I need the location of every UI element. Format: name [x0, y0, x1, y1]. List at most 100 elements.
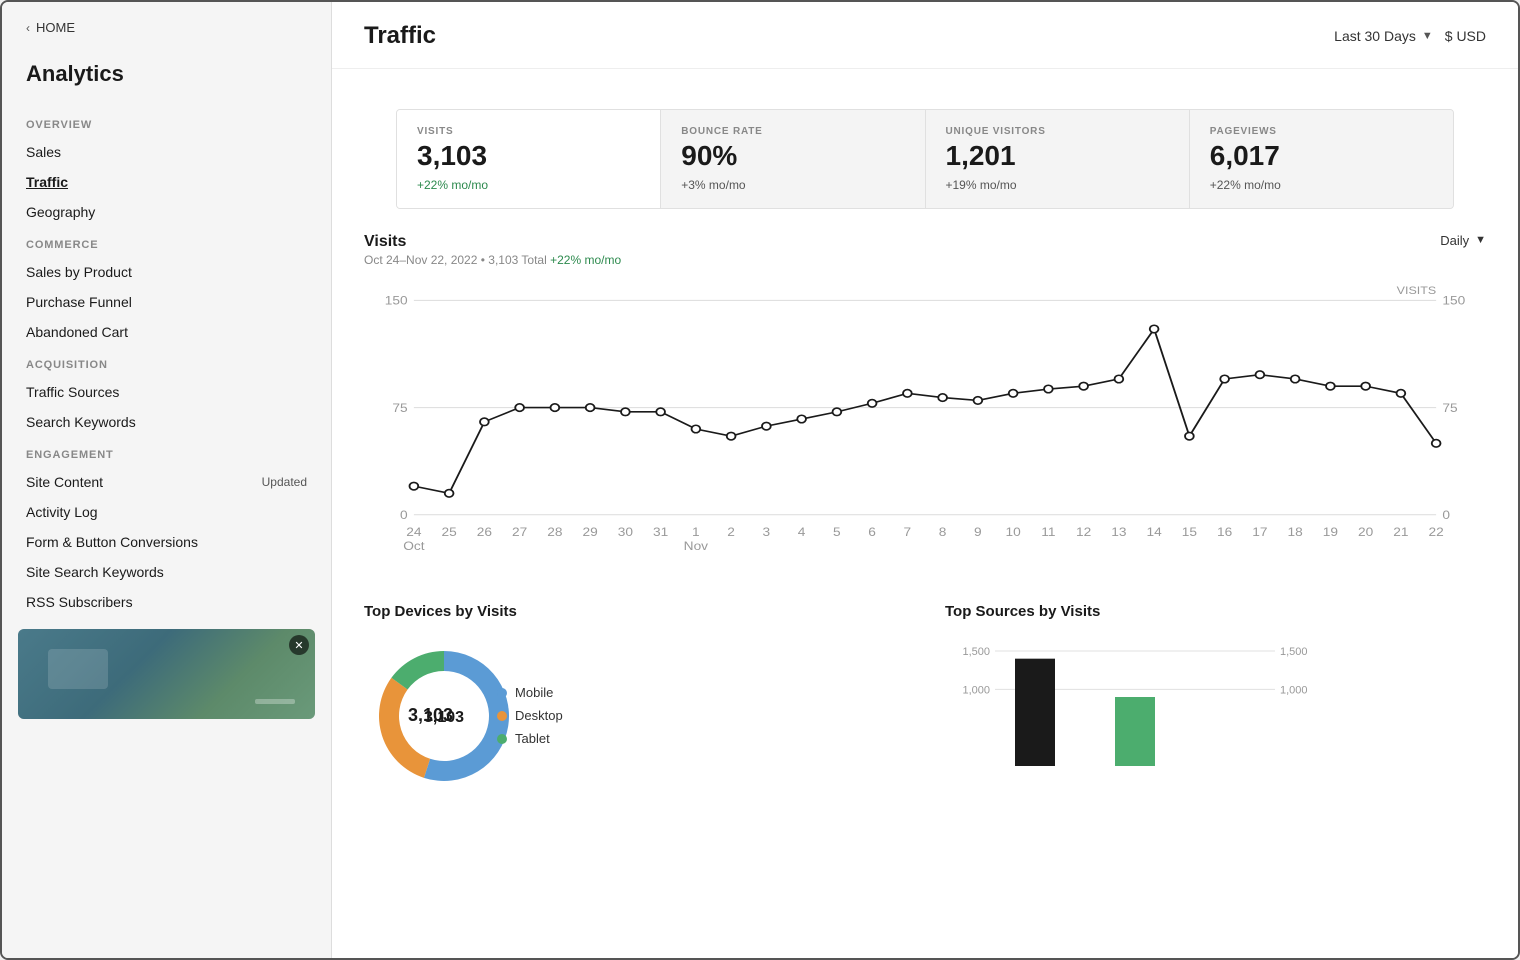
sidebar-item-abandoned-cart[interactable]: Abandoned Cart [2, 317, 331, 347]
stat-label: PAGEVIEWS [1210, 126, 1433, 137]
top-devices-card: Top Devices by Visits 3,103 3,103 Mobile… [364, 603, 905, 801]
sidebar-item-purchase-funnel[interactable]: Purchase Funnel [2, 287, 331, 317]
home-link[interactable]: ‹ HOME [2, 2, 331, 45]
chevron-down-icon: ▼ [1422, 30, 1433, 42]
sidebar-item-label: Search Keywords [26, 414, 136, 430]
svg-text:26: 26 [477, 525, 492, 539]
granularity-label: Daily [1440, 233, 1469, 248]
svg-text:5: 5 [833, 525, 841, 539]
chart-granularity-selector[interactable]: Daily ▼ [1440, 233, 1486, 248]
sidebar-item-search-keywords[interactable]: Search Keywords [2, 407, 331, 437]
header-controls: Last 30 Days ▼ $ USD [1334, 28, 1486, 44]
svg-text:13: 13 [1111, 525, 1126, 539]
sidebar-item-geography[interactable]: Geography [2, 197, 331, 227]
sidebar-item-label: Site Content [26, 474, 103, 490]
chart-title: Visits [364, 233, 621, 251]
stat-card-bounce-rate: BOUNCE RATE 90% +3% mo/mo [661, 110, 925, 208]
svg-text:29: 29 [583, 525, 598, 539]
sidebar-section-label: COMMERCE [2, 227, 331, 257]
stat-change: +22% mo/mo [1210, 178, 1433, 192]
svg-text:16: 16 [1217, 525, 1232, 539]
stat-value: 6,017 [1210, 141, 1433, 172]
svg-text:1,500: 1,500 [962, 646, 990, 658]
donut-total: 3,103 [408, 705, 453, 726]
sidebar-section-label: ENGAGEMENT [2, 437, 331, 467]
page-header: Traffic Last 30 Days ▼ $ USD [332, 2, 1518, 69]
svg-text:7: 7 [904, 525, 912, 539]
chart-date-range: Oct 24–Nov 22, 2022 • 3,103 Total [364, 253, 547, 267]
svg-text:75: 75 [392, 401, 407, 415]
sidebar-thumbnail: ✕ [18, 629, 315, 719]
svg-text:20: 20 [1358, 525, 1373, 539]
svg-text:18: 18 [1288, 525, 1303, 539]
svg-text:0: 0 [1442, 508, 1450, 522]
chart-header: Visits Oct 24–Nov 22, 2022 • 3,103 Total… [364, 233, 1486, 267]
legend-label: Tablet [515, 731, 550, 746]
stat-value: 3,103 [417, 141, 640, 172]
svg-text:6: 6 [868, 525, 876, 539]
visits-line-chart: 00757515015024Oct252627282930311Nov23456… [364, 279, 1486, 579]
close-thumbnail-button[interactable]: ✕ [289, 635, 309, 655]
stat-card-pageviews: PAGEVIEWS 6,017 +22% mo/mo [1190, 110, 1453, 208]
sidebar-item-rss-subscribers[interactable]: RSS Subscribers [2, 587, 331, 617]
sidebar-item-label: Traffic Sources [26, 384, 119, 400]
svg-text:22: 22 [1429, 525, 1444, 539]
sidebar-item-sales-by-product[interactable]: Sales by Product [2, 257, 331, 287]
bottom-section: Top Devices by Visits 3,103 3,103 Mobile… [332, 579, 1518, 821]
sidebar-sections: OVERVIEWSalesTrafficGeographyCOMMERCESal… [2, 107, 331, 617]
svg-text:11: 11 [1041, 525, 1055, 539]
stats-bar: VISITS 3,103 +22% mo/mo BOUNCE RATE 90% … [396, 109, 1454, 209]
svg-text:1,000: 1,000 [1280, 684, 1308, 696]
svg-text:VISITS: VISITS [1397, 285, 1437, 297]
sidebar-item-label: Sales by Product [26, 264, 132, 280]
donut-area: 3,103 3,103 MobileDesktopTablet [364, 636, 905, 796]
svg-text:150: 150 [385, 293, 408, 307]
home-label: HOME [36, 20, 75, 35]
stat-label: BOUNCE RATE [681, 126, 904, 137]
stat-label: VISITS [417, 126, 640, 137]
app-window: ‹ HOME Analytics OVERVIEWSalesTrafficGeo… [0, 0, 1520, 960]
sidebar-item-badge: Updated [262, 475, 307, 489]
sidebar-item-label: Purchase Funnel [26, 294, 132, 310]
svg-text:9: 9 [974, 525, 982, 539]
svg-text:19: 19 [1323, 525, 1338, 539]
top-devices-title: Top Devices by Visits [364, 603, 905, 620]
sidebar-item-traffic[interactable]: Traffic [2, 167, 331, 197]
svg-text:3: 3 [763, 525, 771, 539]
donut-legend: Mobile Desktop Tablet [497, 685, 563, 746]
svg-text:17: 17 [1252, 525, 1267, 539]
sidebar-item-label: RSS Subscribers [26, 594, 133, 610]
legend-label: Mobile [515, 685, 553, 700]
currency-label: $ USD [1445, 28, 1486, 44]
sidebar-item-site-search-keywords[interactable]: Site Search Keywords [2, 557, 331, 587]
legend-label: Desktop [515, 708, 563, 723]
sidebar-item-activity-log[interactable]: Activity Log [2, 497, 331, 527]
chart-title-area: Visits Oct 24–Nov 22, 2022 • 3,103 Total… [364, 233, 621, 267]
svg-text:8: 8 [939, 525, 947, 539]
sidebar-item-form-button-conversions[interactable]: Form & Button Conversions [2, 527, 331, 557]
date-filter-dropdown[interactable]: Last 30 Days ▼ [1334, 28, 1433, 44]
svg-text:30: 30 [618, 525, 633, 539]
stat-change: +19% mo/mo [946, 178, 1169, 192]
top-sources-title: Top Sources by Visits [945, 603, 1486, 620]
sidebar: ‹ HOME Analytics OVERVIEWSalesTrafficGeo… [2, 2, 332, 958]
stat-value: 90% [681, 141, 904, 172]
sidebar-item-traffic-sources[interactable]: Traffic Sources [2, 377, 331, 407]
sidebar-item-sales[interactable]: Sales [2, 137, 331, 167]
svg-text:12: 12 [1076, 525, 1091, 539]
legend-item: Desktop [497, 708, 563, 723]
legend-item: Tablet [497, 731, 563, 746]
svg-text:Oct: Oct [403, 539, 425, 553]
sidebar-item-label: Activity Log [26, 504, 98, 520]
sources-bar-svg: 1,0001,0001,5001,500 [945, 636, 1325, 796]
sidebar-item-label: Abandoned Cart [26, 324, 128, 340]
granularity-chevron-icon: ▼ [1475, 234, 1486, 246]
svg-text:24: 24 [406, 525, 421, 539]
stat-change: +22% mo/mo [417, 178, 640, 192]
stat-value: 1,201 [946, 141, 1169, 172]
visits-chart-container: 00757515015024Oct252627282930311Nov23456… [364, 279, 1486, 579]
main-content: Traffic Last 30 Days ▼ $ USD VISITS 3,10… [332, 2, 1518, 958]
sidebar-item-site-content[interactable]: Site Content Updated [2, 467, 331, 497]
sidebar-item-label: Site Search Keywords [26, 564, 164, 580]
legend-dot [497, 711, 507, 721]
